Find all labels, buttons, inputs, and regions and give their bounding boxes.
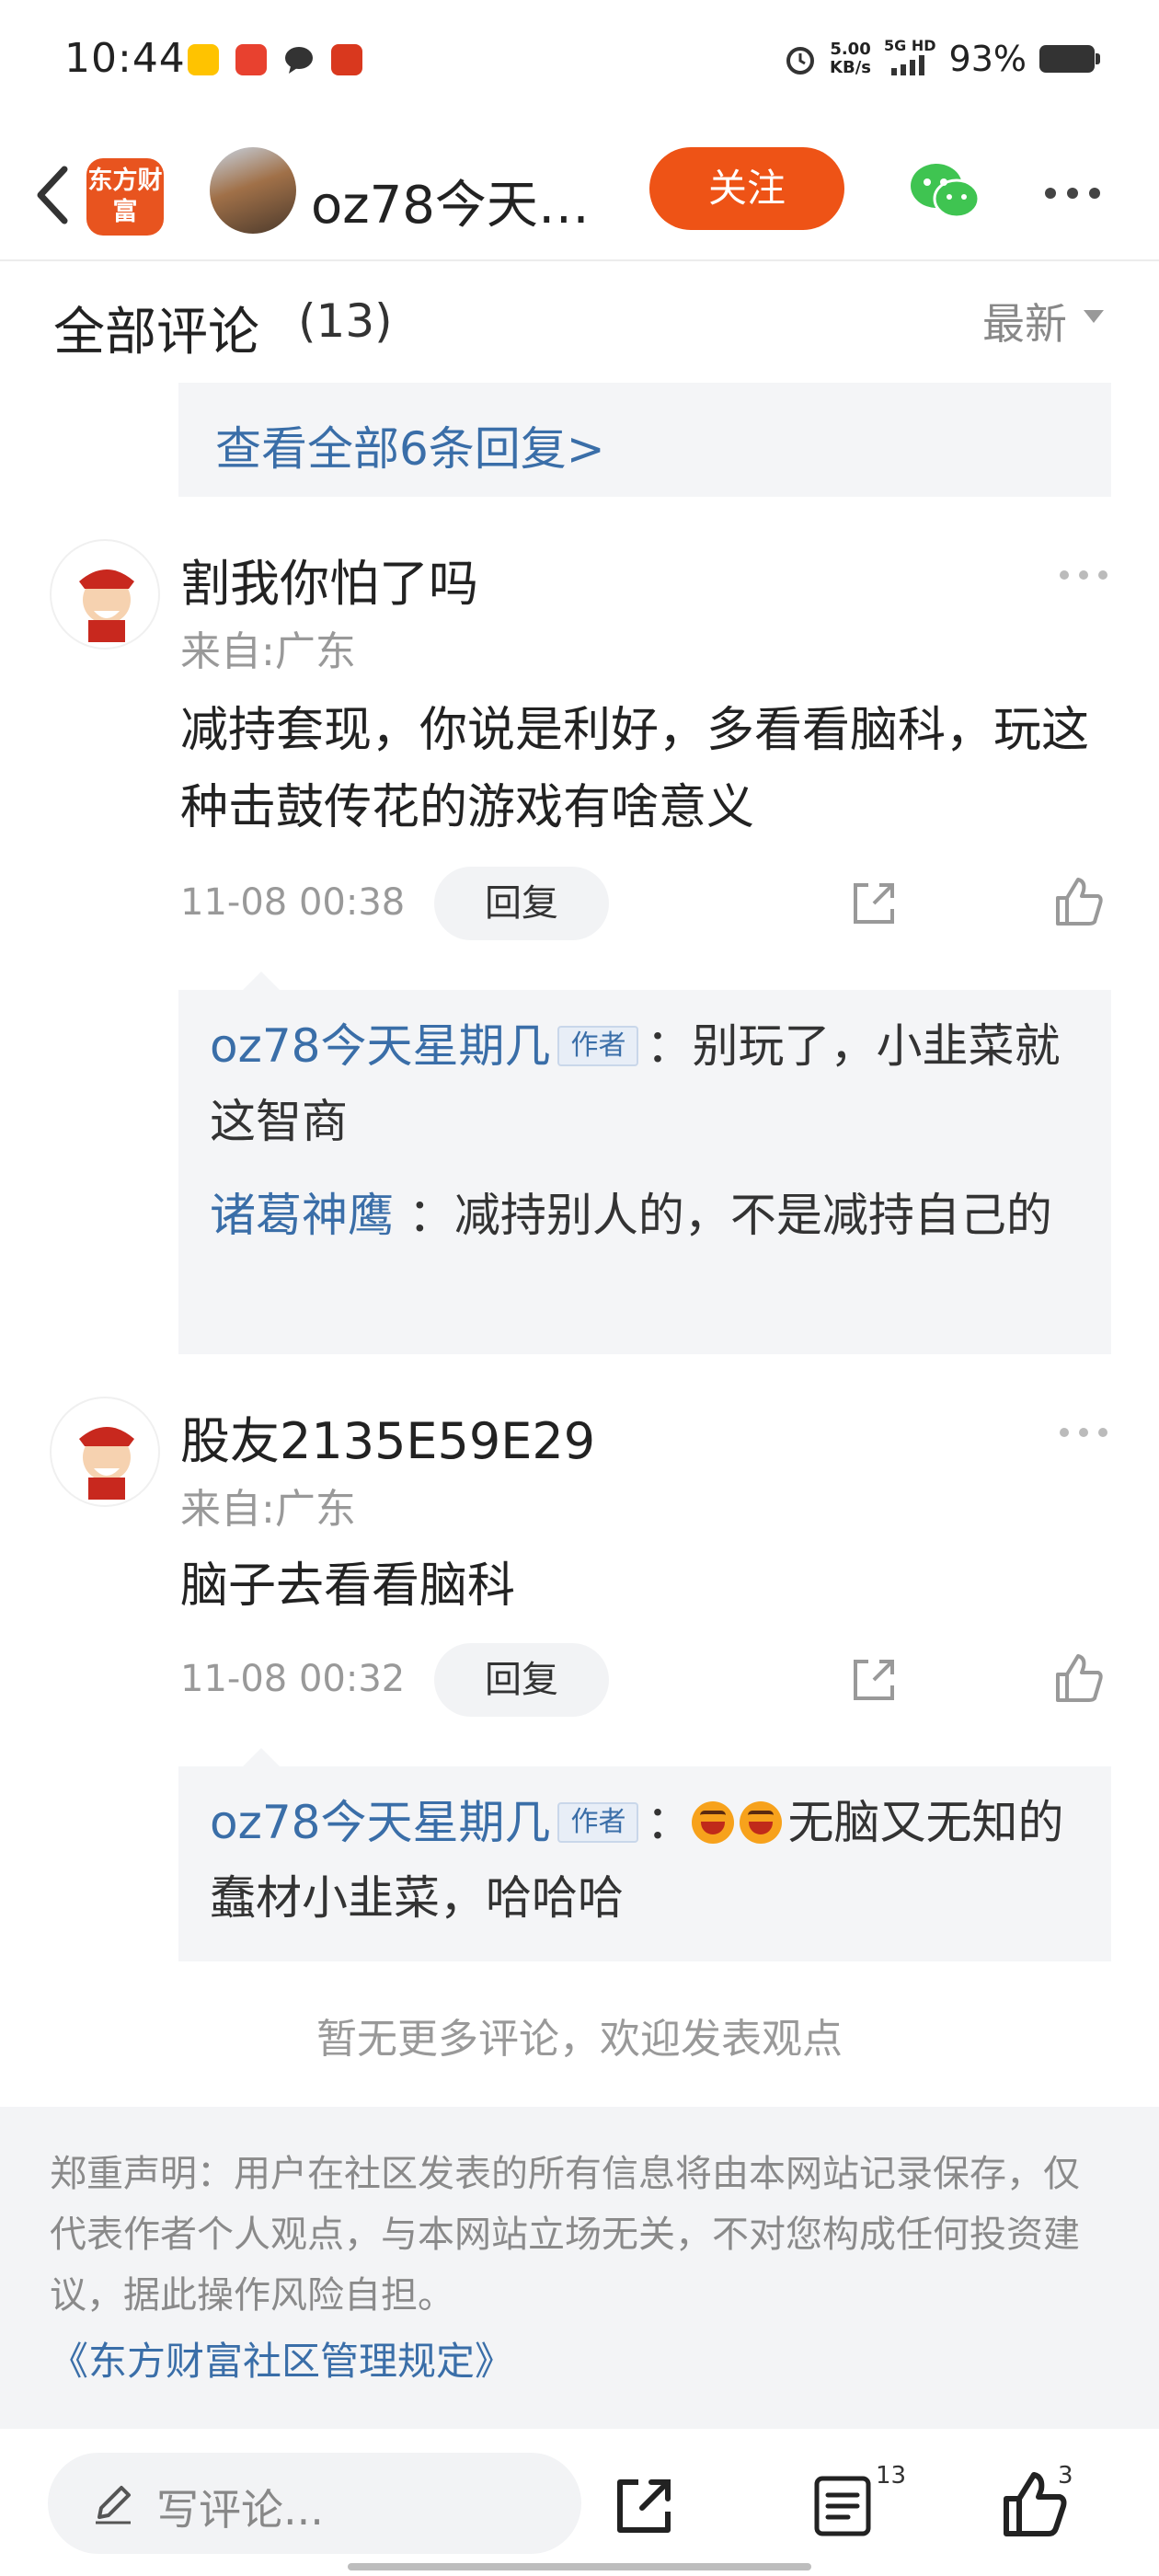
- reply-author-name[interactable]: 诸葛神鹰: [210, 1189, 394, 1242]
- reply-button[interactable]: 回复: [434, 1643, 609, 1717]
- reply-thread: oz78今天星期几 作者：无脑又无知的蠢材小韭菜，哈哈哈: [178, 1766, 1111, 1961]
- status-time: 10:44: [64, 35, 186, 82]
- disclaimer-panel: 郑重声明：用户在社区发表的所有信息将由本网站记录保存，仅代表作者个人观点，与本网…: [0, 2107, 1159, 2429]
- comments-title: 全部评论: [53, 303, 259, 362]
- comment-text: 减持套现，你说是利好，多看看脑科，玩这种击鼓传花的游戏有啥意义: [180, 703, 1090, 835]
- reply-item: oz78今天星期几 作者：无脑又无知的蠢材小韭菜，哈哈哈: [210, 1785, 1080, 1936]
- laughing-emoji-icon: [740, 1801, 783, 1844]
- avatar[interactable]: [50, 539, 160, 650]
- comment-time: 11-08 00:32: [180, 1658, 406, 1700]
- author-avatar[interactable]: [210, 147, 296, 234]
- app-red-icon: [235, 44, 267, 75]
- community-rules-link[interactable]: 《东方财富社区管理规定》: [50, 2331, 1109, 2392]
- bottom-action-bar: 写评论... 13 3: [0, 2429, 1159, 2576]
- sort-dropdown[interactable]: 最新: [982, 291, 1067, 351]
- share-icon[interactable]: [846, 1652, 901, 1708]
- caret-down-icon[interactable]: [1082, 307, 1106, 326]
- battery-percent: 93%: [948, 38, 1027, 79]
- author-name[interactable]: oz78今天…: [311, 164, 590, 238]
- share-icon[interactable]: [611, 2473, 677, 2539]
- share-icon[interactable]: [846, 876, 901, 931]
- comment-placeholder: 写评论...: [156, 2485, 324, 2535]
- status-bar: 10:44 5.00 KB/s 5G HD 93%: [0, 0, 1159, 129]
- comment-more-icon[interactable]: [1058, 569, 1109, 581]
- comments-count: (13): [298, 294, 393, 348]
- view-all-replies-link[interactable]: 查看全部6条回复>: [178, 383, 1111, 497]
- comments-list-icon[interactable]: [811, 2473, 874, 2539]
- brand-logo[interactable]: 东方财富: [86, 158, 164, 236]
- reply-pointer: [243, 972, 280, 990]
- reply-author-name[interactable]: oz78今天星期几: [210, 1796, 550, 1849]
- comment-location: 来自:广东: [180, 1486, 356, 1533]
- top-navigation: 东方财富 oz78今天… 关注: [0, 129, 1159, 261]
- back-arrow-icon[interactable]: [26, 156, 81, 234]
- comments-count-badge: 13: [876, 2462, 907, 2490]
- signal-indicator: 5G HD: [884, 37, 936, 80]
- comment-input[interactable]: 写评论...: [48, 2453, 581, 2554]
- reply-pointer: [243, 1748, 280, 1766]
- reply-text: ：减持别人的，不是减持自己的: [394, 1189, 1052, 1242]
- reply-author-name[interactable]: oz78今天星期几: [210, 1019, 550, 1073]
- network-speed: 5.00 KB/s: [830, 39, 872, 77]
- battery-icon: [1039, 44, 1100, 73]
- wechat-share-icon[interactable]: [909, 160, 981, 223]
- reply-item: 诸葛神鹰 ：减持别人的，不是减持自己的: [210, 1178, 1080, 1253]
- reply-colon: ：: [646, 1796, 693, 1849]
- reply-button[interactable]: 回复: [434, 867, 609, 940]
- author-badge: 作者: [557, 1802, 639, 1843]
- comment-text: 脑子去看看脑科: [180, 1558, 516, 1614]
- laughing-emoji-icon: [692, 1801, 735, 1844]
- follow-button[interactable]: 关注: [649, 147, 844, 230]
- no-more-comments: 暂无更多评论，欢迎发表观点: [316, 2016, 843, 2063]
- app-gift-icon: [331, 44, 362, 75]
- like-icon[interactable]: [1050, 874, 1106, 929]
- meituan-icon: [188, 44, 219, 75]
- more-options-icon[interactable]: [1043, 186, 1102, 201]
- like-icon[interactable]: [1050, 1650, 1106, 1706]
- chat-bubble-icon: [285, 47, 313, 74]
- signal-bars-icon: [891, 55, 925, 75]
- pencil-icon: [96, 2486, 131, 2524]
- reply-thread: oz78今天星期几 作者 ：别玩了，小韭菜就这智商 诸葛神鹰 ：减持别人的，不是减持…: [178, 990, 1111, 1354]
- home-indicator[interactable]: [348, 2563, 811, 2570]
- avatar[interactable]: [50, 1397, 160, 1507]
- author-badge: 作者: [557, 1026, 639, 1066]
- comment-username[interactable]: 股友2135E59E29: [180, 1400, 595, 1473]
- disclaimer-text: 郑重声明：用户在社区发表的所有信息将由本网站记录保存，仅代表作者个人观点，与本网…: [50, 2153, 1080, 2317]
- likes-count-badge: 3: [1058, 2462, 1073, 2490]
- reply-item: oz78今天星期几 作者 ：别玩了，小韭菜就这智商: [210, 1008, 1080, 1159]
- comment-location: 来自:广东: [180, 628, 356, 675]
- comment-time: 11-08 00:38: [180, 881, 406, 924]
- alarm-icon: [786, 46, 815, 75]
- comment-more-icon[interactable]: [1058, 1426, 1109, 1439]
- status-right: 5.00 KB/s 5G HD 93%: [784, 37, 1100, 80]
- notification-icons: [188, 44, 362, 75]
- comment-username[interactable]: 割我你怕了吗: [180, 543, 478, 615]
